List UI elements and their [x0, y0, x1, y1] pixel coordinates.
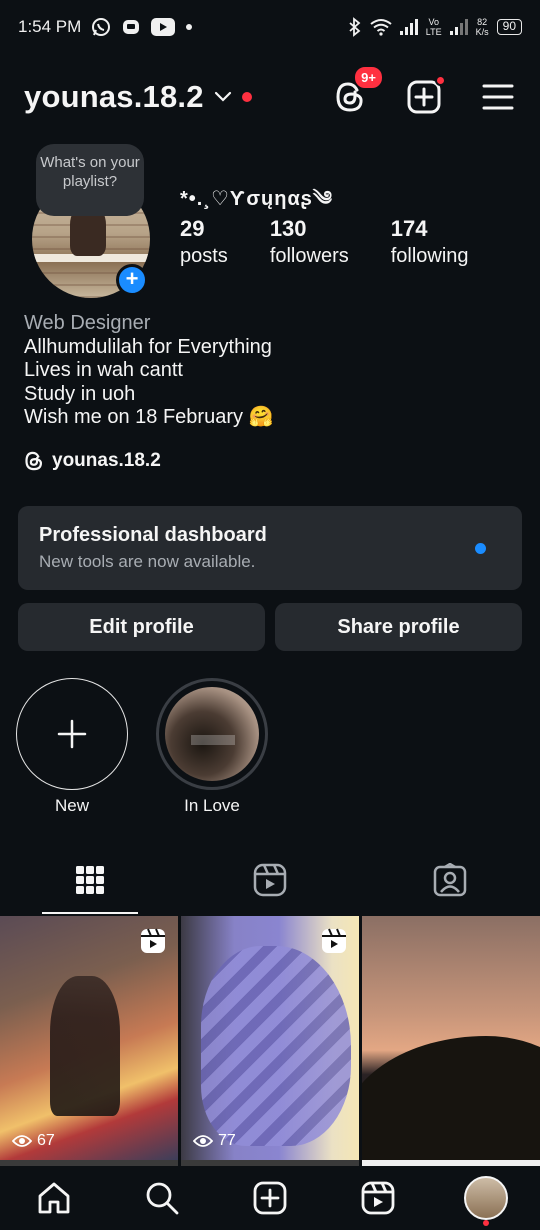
- bottom-navigation: [0, 1166, 540, 1230]
- username-switcher[interactable]: younas.18.2: [24, 79, 204, 115]
- dashboard-title: Professional dashboard: [39, 524, 267, 546]
- stat-label: posts: [180, 245, 228, 267]
- reels-icon: [361, 1181, 395, 1215]
- nav-reels[interactable]: [353, 1173, 403, 1223]
- eye-icon: [12, 1135, 32, 1147]
- create-button[interactable]: [406, 75, 446, 115]
- hamburger-menu-icon: [482, 84, 514, 110]
- post-thumbnail[interactable]: 67: [0, 916, 178, 1160]
- bio-line: Allhumdulilah for Everything: [24, 335, 272, 358]
- bio-line: Lives in wah cantt: [24, 359, 183, 381]
- volte-indicator: Vo LTE: [425, 17, 442, 37]
- bio-category: Web Designer: [24, 312, 151, 334]
- battery-indicator: 90: [496, 19, 522, 35]
- profile-action-buttons: Edit profile Share profile: [18, 603, 522, 651]
- highlight-label: New: [54, 796, 89, 815]
- threads-badge: 9+: [353, 65, 384, 90]
- profile-content-tabs: [0, 846, 540, 914]
- create-icon: [253, 1181, 287, 1215]
- profile-stats: 29 posts 130 followers 174 following: [180, 216, 511, 268]
- edit-profile-button[interactable]: Edit profile: [18, 603, 265, 651]
- whatsapp-icon: [91, 17, 111, 37]
- status-bar: 1:54 PM Vo LTE 82 K/s 90: [0, 0, 540, 54]
- messenger-icon: [121, 17, 141, 37]
- plus-square-icon: [407, 80, 441, 114]
- create-notification-dot: [435, 75, 446, 86]
- post-image-subject: [362, 1036, 540, 1160]
- profile-notification-dot: [483, 1220, 489, 1226]
- highlight-circle[interactable]: [156, 678, 268, 790]
- profile-header: younas.18.2 9+: [0, 62, 540, 132]
- note-bubble[interactable]: What's on your playlist?: [36, 144, 144, 216]
- profile-avatar-small: [464, 1176, 508, 1220]
- threads-handle: younas.18.2: [52, 450, 161, 471]
- bio-line: Wish me on 18 February 🤗: [24, 406, 274, 428]
- new-highlight-circle[interactable]: [16, 678, 128, 790]
- post-grid: 67 77: [0, 916, 540, 1160]
- plus-icon: [57, 719, 87, 749]
- view-count: 67: [12, 1132, 55, 1150]
- wifi-icon: [370, 18, 392, 36]
- youtube-icon: [151, 18, 176, 36]
- reels-icon: [253, 863, 287, 897]
- professional-dashboard-card[interactable]: Professional dashboard New tools are now…: [18, 506, 522, 590]
- highlight-cover-caption: [191, 735, 235, 745]
- post-image-subject: [201, 946, 351, 1146]
- stat-value: 174: [390, 216, 428, 241]
- profile-bio: Web Designer Allhumdulilah for Everythin…: [24, 312, 273, 430]
- nav-profile[interactable]: [461, 1173, 511, 1226]
- dashboard-new-dot: [475, 543, 486, 554]
- threads-profile-link[interactable]: younas.18.2: [24, 450, 161, 472]
- threads-button[interactable]: 9+: [332, 65, 384, 115]
- network-speed: 82 K/s: [475, 17, 489, 37]
- stat-value: 29: [180, 216, 205, 241]
- stat-label: followers: [269, 245, 349, 267]
- highlight-cover-image: [165, 687, 259, 781]
- tab-grid[interactable]: [0, 846, 180, 914]
- dashboard-subtitle: New tools are now available.: [39, 552, 256, 571]
- bio-line: Study in uoh: [24, 382, 136, 405]
- account-notification-dot: [241, 92, 252, 102]
- post-image-subject: [50, 976, 120, 1116]
- nav-create[interactable]: [245, 1173, 295, 1223]
- stat-value: 130: [269, 216, 307, 241]
- highlight-label: In Love: [184, 796, 240, 815]
- status-time: 1:54 PM: [18, 17, 82, 36]
- story-highlights: New In Love: [16, 678, 268, 816]
- tab-reels[interactable]: [180, 846, 360, 914]
- tab-tagged[interactable]: [360, 846, 540, 914]
- bluetooth-icon: [348, 17, 362, 37]
- nav-search[interactable]: [137, 1173, 187, 1223]
- signal-icon-2: [449, 19, 468, 35]
- post-thumbnail[interactable]: 77: [181, 916, 359, 1160]
- eye-icon: [193, 1135, 213, 1147]
- post-thumbnail[interactable]: [362, 916, 540, 1160]
- stat-followers[interactable]: 130 followers: [270, 216, 349, 268]
- nav-home[interactable]: [29, 1173, 79, 1223]
- notification-dot-icon: [185, 23, 193, 31]
- share-profile-button[interactable]: Share profile: [275, 603, 522, 651]
- stat-posts[interactable]: 29 posts: [180, 216, 228, 268]
- highlight-new[interactable]: New: [16, 678, 128, 816]
- reel-indicator-icon: [140, 928, 166, 959]
- search-icon: [146, 1182, 179, 1215]
- view-count-value: 77: [218, 1132, 236, 1149]
- highlight-in-love[interactable]: In Love: [156, 678, 268, 816]
- stat-following[interactable]: 174 following: [391, 216, 469, 268]
- view-count: 77: [193, 1132, 236, 1150]
- home-icon: [38, 1182, 70, 1214]
- chevron-down-icon[interactable]: [214, 91, 232, 103]
- reel-indicator-icon: [321, 928, 347, 959]
- tagged-icon: [433, 863, 467, 897]
- menu-button[interactable]: [480, 79, 516, 115]
- stat-label: following: [390, 245, 469, 267]
- view-count-value: 67: [37, 1132, 55, 1149]
- threads-icon: [25, 451, 43, 471]
- signal-icon: [399, 19, 418, 35]
- add-story-button[interactable]: +: [116, 264, 148, 296]
- grid-icon: [76, 866, 104, 894]
